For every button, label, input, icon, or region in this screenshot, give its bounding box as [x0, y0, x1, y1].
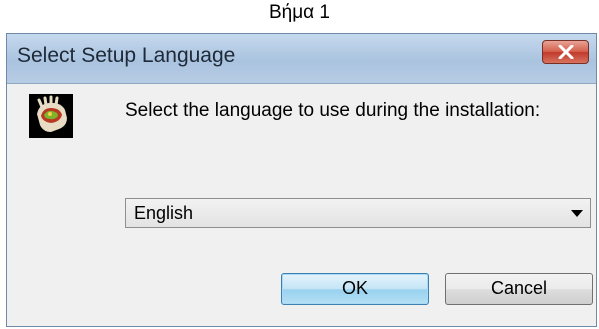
title-bar[interactable]: Select Setup Language [7, 34, 596, 84]
dropdown-arrow-icon [571, 210, 583, 217]
screenshot-page: Βήμα 1 Select Setup Language Select the … [0, 0, 599, 329]
instruction-text: Select the language to use during the in… [125, 100, 541, 121]
language-select[interactable]: English [125, 198, 591, 228]
ok-button[interactable]: OK [281, 273, 429, 305]
cancel-button[interactable]: Cancel [445, 273, 593, 305]
close-x-icon [558, 45, 574, 59]
selected-language: English [134, 203, 194, 223]
close-button[interactable] [542, 40, 589, 64]
setup-language-dialog: Select Setup Language Select the languag… [6, 33, 597, 327]
setup-app-icon [29, 94, 73, 138]
step-caption: Βήμα 1 [268, 2, 331, 23]
window-title: Select Setup Language [17, 44, 236, 67]
